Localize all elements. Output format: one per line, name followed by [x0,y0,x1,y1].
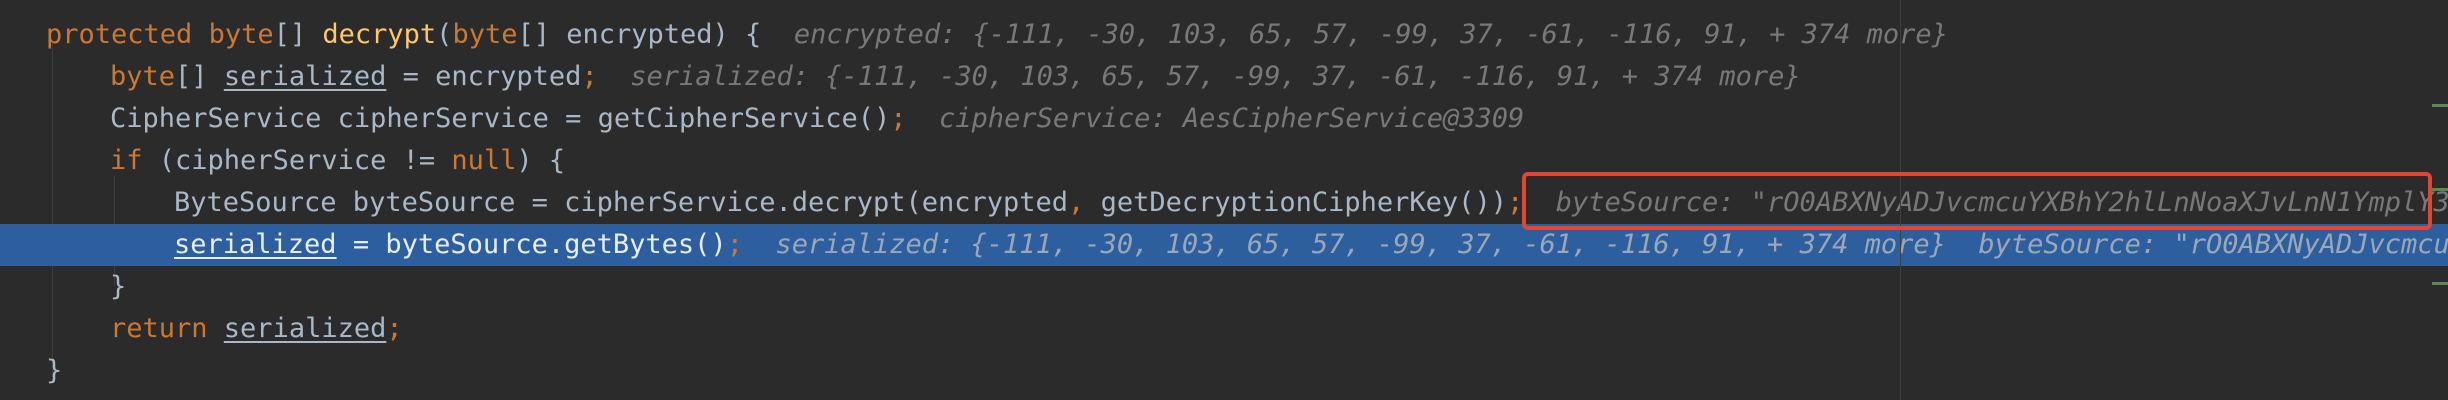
code-line-9[interactable]: } [0,350,2448,392]
code-line-content: CipherService cipherService = getCipherS… [110,98,1524,140]
code-token: ; [726,229,743,260]
code-token: getDecryptionCipherKey()) [1084,187,1507,218]
code-line-content: serialized = byteSource.getBytes(); seri… [174,224,2448,266]
code-token: ; [890,103,907,134]
code-line-content: } [46,350,62,392]
code-token: serialized [223,61,387,92]
code-editor[interactable]: protected byte[] decrypt(byte[] encrypte… [0,0,2448,400]
code-token: [] [273,19,323,50]
debug-inline-value-hint: serialized: {-111, -30, 103, 65, 57, -99… [597,61,1801,92]
code-token: decrypt [322,19,437,50]
annotation-highlight-box [1522,172,2432,230]
code-token: = byteSource.getBytes() [336,229,727,260]
code-line-7[interactable]: } [0,266,2448,308]
code-token: ; [581,61,598,92]
code-token: ( [436,19,453,50]
scrollbar-change-marker[interactable] [2432,282,2448,285]
code-token: null [451,145,517,176]
code-token: CipherService cipherService = getCipherS… [110,103,891,134]
debug-inline-value-hint: encrypted: {-111, -30, 103, 65, 57, -99,… [793,19,1948,50]
code-token: = encrypted [386,61,582,92]
code-token: ByteSource byteSource = cipherService.de… [174,187,1069,218]
previous-line-fragment [40,0,60,6]
code-line-3[interactable]: CipherService cipherService = getCipherS… [0,98,2448,140]
code-line-8[interactable]: return serialized; [0,308,2448,350]
code-line-6-current-execution[interactable]: serialized = byteSource.getBytes(); seri… [0,224,2448,266]
code-token: byte [110,61,176,92]
code-line-2[interactable]: byte[] serialized = encrypted; serialize… [0,56,2448,98]
code-token: byte [208,19,274,50]
code-token: [] [175,61,224,92]
scrollbar-change-marker[interactable] [2432,188,2448,191]
debug-inline-value-hint: cipherService: AesCipherService@3309 [906,103,1525,134]
code-token: , [1068,187,1085,218]
code-line-content: byte[] serialized = encrypted; serialize… [110,56,1801,98]
code-token: ; [1506,187,1524,218]
code-line-1[interactable]: protected byte[] decrypt(byte[] encrypte… [0,14,2448,56]
code-token: serialized [223,313,387,344]
code-token: ; [386,313,403,344]
code-line-content: return serialized; [110,308,403,350]
code-token: return [110,313,224,344]
code-token: serialized [174,229,337,260]
code-line-content: } [110,266,126,308]
code-token: [] encrypted) { [517,19,794,50]
code-token: if [110,145,159,176]
code-token: ) { [516,145,566,176]
code-line-content: if (cipherService != null) { [110,140,565,182]
debug-inline-value-hint: serialized: {-111, -30, 103, 65, 57, -99… [742,229,2448,260]
code-token: (cipherService != [158,145,452,176]
code-token: } [110,271,127,302]
code-line-content: protected byte[] decrypt(byte[] encrypte… [46,14,1948,56]
code-token: byte [452,19,518,50]
code-token: } [46,355,63,386]
code-token: protected [46,19,209,50]
scrollbar-change-marker[interactable] [2432,104,2448,107]
